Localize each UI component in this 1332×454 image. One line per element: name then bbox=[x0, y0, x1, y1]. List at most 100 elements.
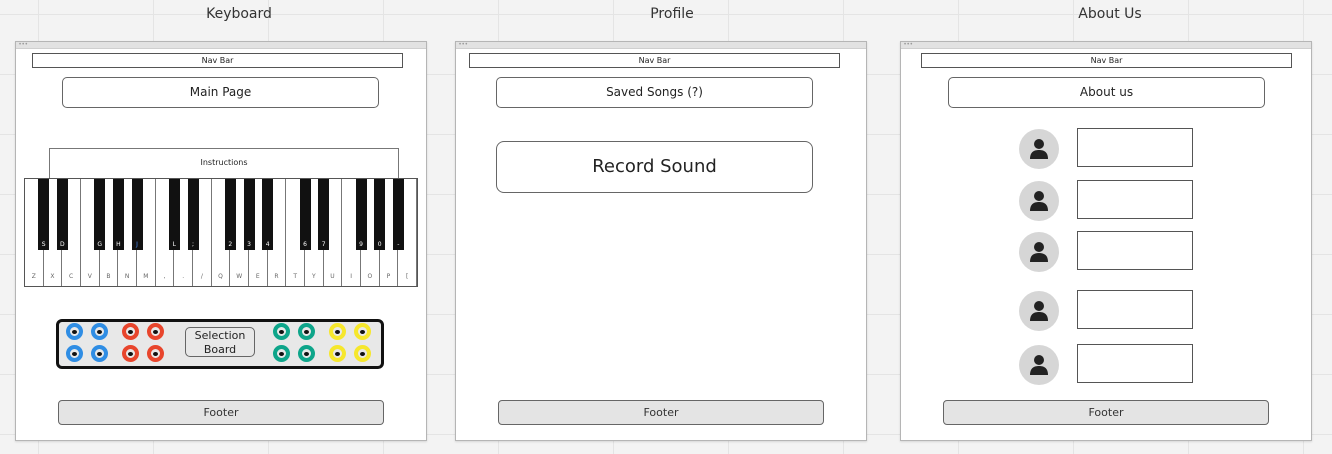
black-key-label: 4 bbox=[265, 241, 270, 248]
black-key[interactable]: 7 bbox=[318, 179, 330, 250]
white-key-label: [ bbox=[405, 273, 409, 280]
selection-knob[interactable] bbox=[329, 345, 346, 362]
selection-knob[interactable] bbox=[66, 323, 83, 340]
white-key-label: O bbox=[367, 273, 373, 280]
black-key[interactable]: H bbox=[112, 179, 124, 250]
about-us-button[interactable]: About us bbox=[948, 77, 1265, 108]
white-key-label: R bbox=[274, 273, 279, 280]
black-key-label: 7 bbox=[321, 241, 326, 248]
selection-knob[interactable] bbox=[122, 323, 139, 340]
black-key-label: D bbox=[60, 241, 65, 248]
team-member bbox=[1019, 231, 1199, 272]
black-key-label: H bbox=[116, 241, 121, 248]
member-bio-box[interactable] bbox=[1077, 344, 1193, 383]
about-frame: ••• Nav Bar About us Footer bbox=[900, 41, 1312, 441]
nav-bar[interactable]: Nav Bar bbox=[921, 53, 1292, 68]
frame-header-bar: ••• bbox=[16, 42, 426, 49]
selection-knob[interactable] bbox=[354, 345, 371, 362]
white-key-label: W bbox=[236, 273, 243, 280]
frame-dots-icon: ••• bbox=[904, 42, 914, 48]
member-bio-box[interactable] bbox=[1077, 231, 1193, 270]
frame-dots-icon: ••• bbox=[459, 42, 469, 48]
black-key[interactable]: 0 bbox=[374, 179, 386, 250]
white-key-label: N bbox=[124, 273, 130, 280]
user-icon bbox=[1030, 242, 1048, 262]
black-key-label: ; bbox=[191, 241, 195, 248]
footer[interactable]: Footer bbox=[58, 400, 384, 425]
white-key-label: U bbox=[330, 273, 335, 280]
selection-knob[interactable] bbox=[273, 323, 290, 340]
white-key-label: V bbox=[87, 273, 92, 280]
black-key-label: - bbox=[397, 241, 400, 248]
white-key-label: , bbox=[163, 273, 166, 280]
black-key[interactable]: ; bbox=[187, 179, 199, 250]
frame-title-about: About Us bbox=[1078, 6, 1142, 22]
team-member bbox=[1019, 180, 1199, 221]
selection-knob[interactable] bbox=[91, 345, 108, 362]
saved-songs-button[interactable]: Saved Songs (?) bbox=[496, 77, 813, 108]
black-key[interactable]: J bbox=[131, 179, 143, 250]
black-key-label: 2 bbox=[228, 241, 233, 248]
white-key-label: M bbox=[143, 273, 149, 280]
black-key[interactable]: 4 bbox=[262, 179, 274, 250]
record-sound-button[interactable]: Record Sound bbox=[496, 141, 813, 193]
white-key-label: I bbox=[350, 273, 353, 280]
black-key-label: L bbox=[172, 241, 176, 248]
selection-knob[interactable] bbox=[273, 345, 290, 362]
keyboard-frame: ••• Nav Bar Main Page Instructions Z X C V B… bbox=[15, 41, 427, 441]
frame-title-keyboard: Keyboard bbox=[206, 6, 272, 22]
member-bio-box[interactable] bbox=[1077, 128, 1193, 167]
avatar bbox=[1019, 181, 1059, 221]
team-member bbox=[1019, 128, 1199, 169]
selection-knob[interactable] bbox=[298, 345, 315, 362]
selection-knob[interactable] bbox=[66, 345, 83, 362]
black-key-label: 3 bbox=[247, 241, 251, 248]
team-member bbox=[1019, 290, 1199, 331]
frame-header-bar: ••• bbox=[456, 42, 866, 49]
white-key-label: P bbox=[386, 273, 391, 280]
black-key[interactable]: 6 bbox=[299, 179, 311, 250]
main-page-button[interactable]: Main Page bbox=[62, 77, 379, 108]
footer[interactable]: Footer bbox=[943, 400, 1269, 425]
user-icon bbox=[1030, 139, 1048, 159]
nav-bar[interactable]: Nav Bar bbox=[32, 53, 403, 68]
selection-knob[interactable] bbox=[147, 345, 164, 362]
black-key-label: 0 bbox=[377, 241, 382, 248]
frame-title-profile: Profile bbox=[650, 6, 694, 22]
white-key-label: C bbox=[69, 273, 74, 280]
selection-knob[interactable] bbox=[298, 323, 315, 340]
black-key[interactable]: S bbox=[38, 179, 50, 250]
black-key-label: G bbox=[97, 241, 102, 248]
piano-keyboard[interactable]: Z X C V B N M,. / Q W E R T Y U I O P [S D G H J L; 2 3 4 6 7 9 0 - bbox=[24, 178, 418, 287]
selection-knob[interactable] bbox=[91, 323, 108, 340]
selection-knob[interactable] bbox=[147, 323, 164, 340]
user-icon bbox=[1030, 355, 1048, 375]
selection-knob[interactable] bbox=[354, 323, 371, 340]
white-key-label: / bbox=[200, 273, 203, 280]
member-bio-box[interactable] bbox=[1077, 180, 1193, 219]
white-key-label: Y bbox=[311, 273, 316, 280]
avatar bbox=[1019, 232, 1059, 272]
white-key-label: X bbox=[50, 273, 55, 280]
instructions-box: Instructions bbox=[49, 148, 399, 179]
footer[interactable]: Footer bbox=[498, 400, 824, 425]
black-key[interactable]: D bbox=[56, 179, 68, 250]
selection-board-label: Selection Board bbox=[185, 327, 255, 357]
selection-knob[interactable] bbox=[329, 323, 346, 340]
selection-knob[interactable] bbox=[122, 345, 139, 362]
user-icon bbox=[1030, 191, 1048, 211]
black-key[interactable]: - bbox=[392, 179, 404, 250]
member-bio-box[interactable] bbox=[1077, 290, 1193, 329]
white-key-label: Q bbox=[218, 273, 223, 280]
frame-dots-icon: ••• bbox=[19, 42, 29, 48]
black-key[interactable]: L bbox=[168, 179, 180, 250]
black-key[interactable]: 9 bbox=[355, 179, 367, 250]
white-key-label: Z bbox=[31, 273, 36, 280]
avatar bbox=[1019, 129, 1059, 169]
selection-board[interactable]: Selection Board bbox=[56, 319, 384, 369]
black-key[interactable]: 3 bbox=[243, 179, 255, 250]
black-key[interactable]: G bbox=[94, 179, 106, 250]
nav-bar[interactable]: Nav Bar bbox=[469, 53, 840, 68]
white-key-label: T bbox=[293, 273, 297, 280]
black-key[interactable]: 2 bbox=[224, 179, 236, 250]
